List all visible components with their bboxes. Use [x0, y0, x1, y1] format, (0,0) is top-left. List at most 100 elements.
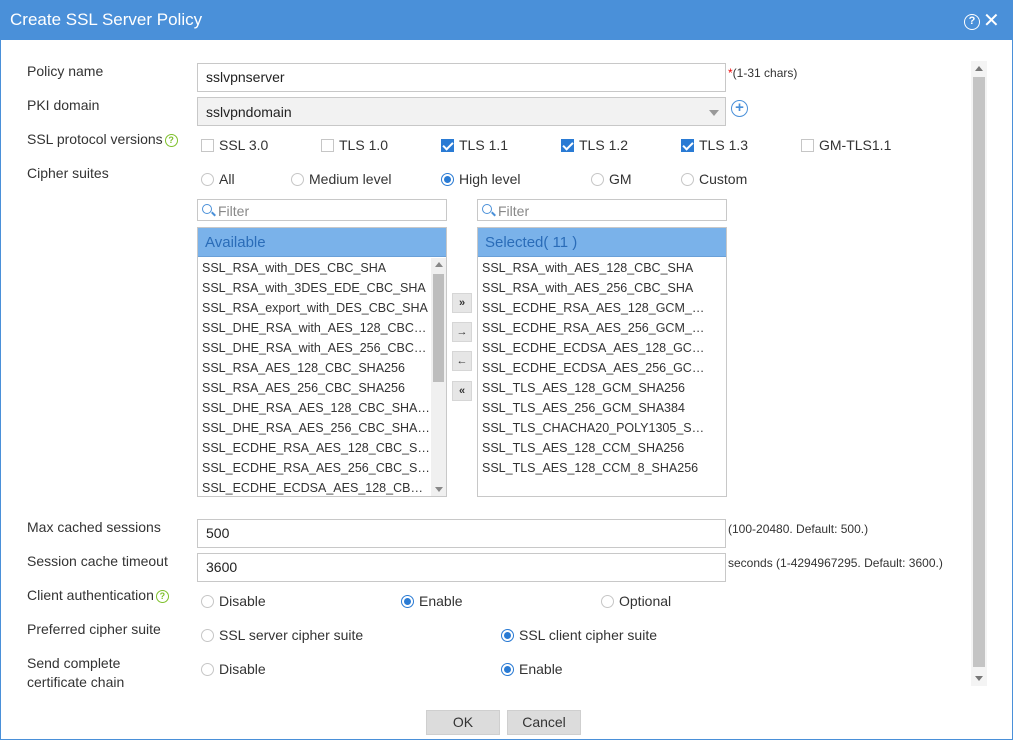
radio-dot[interactable]: [401, 594, 414, 608]
max-cached-sessions-input[interactable]: 500: [197, 519, 726, 548]
radio-dot[interactable]: [681, 172, 694, 186]
policy-name-input[interactable]: sslvpnserver: [197, 63, 726, 92]
scroll-up-icon[interactable]: [975, 66, 983, 71]
policy-name-range: (1-31 chars): [732, 66, 798, 80]
checkbox-tls11[interactable]: TLS 1.1: [441, 137, 508, 153]
radio-dot[interactable]: [591, 172, 604, 186]
list-item[interactable]: SSL_RSA_AES_256_CBC_SHA256: [198, 378, 430, 398]
radio-client-auth-enable[interactable]: Enable: [401, 593, 463, 609]
preferred-cipher-label: Preferred cipher suite: [27, 621, 161, 637]
available-rows: SSL_RSA_with_DES_CBC_SHA SSL_RSA_with_3D…: [198, 258, 430, 496]
radio-client-cipher[interactable]: SSL client cipher suite: [501, 627, 657, 643]
search-icon: [482, 204, 492, 214]
list-item[interactable]: SSL_TLS_AES_128_CCM_SHA256: [478, 438, 710, 458]
scrollbar-thumb[interactable]: [433, 274, 444, 382]
scroll-down-icon[interactable]: [975, 676, 983, 681]
session-cache-timeout-input[interactable]: 3600: [197, 553, 726, 582]
available-list-scrollbar[interactable]: [431, 258, 446, 496]
dialog-title: Create SSL Server Policy: [10, 10, 203, 29]
move-all-right-button[interactable]: »: [452, 293, 472, 313]
list-item[interactable]: SSL_DHE_RSA_with_AES_256_CBC_SHA: [198, 338, 430, 358]
scroll-down-icon[interactable]: [435, 487, 443, 492]
list-item[interactable]: SSL_DHE_RSA_AES_128_CBC_SHA256: [198, 398, 430, 418]
radio-dot[interactable]: [501, 628, 514, 642]
radio-dot[interactable]: [291, 172, 304, 186]
add-pki-domain-icon[interactable]: +: [731, 100, 748, 117]
selected-cipher-list: Selected( 11 ) SSL_RSA_with_AES_128_CBC_…: [477, 227, 727, 497]
radio-cipher-high[interactable]: High level: [441, 171, 520, 187]
list-item[interactable]: SSL_TLS_CHACHA20_POLY1305_SHA256: [478, 418, 710, 438]
list-item[interactable]: SSL_ECDHE_RSA_AES_128_CBC_SHA...: [198, 438, 430, 458]
radio-label: Optional: [619, 593, 672, 609]
checkbox-gm-tls11[interactable]: GM-TLS1.1: [801, 137, 891, 153]
list-item[interactable]: SSL_ECDHE_ECDSA_AES_256_GCM_SHA...: [478, 358, 710, 378]
move-left-button[interactable]: ←: [452, 351, 472, 371]
list-item[interactable]: SSL_RSA_with_DES_CBC_SHA: [198, 258, 430, 278]
scrollbar-thumb[interactable]: [973, 77, 985, 667]
selected-rows: SSL_RSA_with_AES_128_CBC_SHA SSL_RSA_wit…: [478, 258, 710, 478]
radio-label: Custom: [699, 171, 748, 187]
pki-domain-value: sslvpndomain: [206, 104, 292, 120]
list-item[interactable]: SSL_DHE_RSA_with_AES_128_CBC_SHA: [198, 318, 430, 338]
checkbox-label: SSL 3.0: [219, 137, 269, 153]
radio-dot[interactable]: [201, 172, 214, 186]
radio-dot[interactable]: [501, 662, 514, 676]
list-item[interactable]: SSL_DHE_RSA_AES_256_CBC_SHA256: [198, 418, 430, 438]
list-item[interactable]: SSL_TLS_AES_128_GCM_SHA256: [478, 378, 710, 398]
list-item[interactable]: SSL_ECDHE_ECDSA_AES_128_CBC_S...: [198, 478, 430, 496]
checkbox-box[interactable]: [321, 138, 334, 152]
radio-dot[interactable]: [441, 172, 454, 186]
radio-label: Disable: [219, 593, 266, 609]
radio-send-chain-disable[interactable]: Disable: [201, 661, 266, 677]
checkbox-tls10[interactable]: TLS 1.0: [321, 137, 388, 153]
list-item[interactable]: SSL_TLS_AES_128_CCM_8_SHA256: [478, 458, 710, 478]
checkbox-box[interactable]: [441, 138, 454, 152]
radio-dot[interactable]: [601, 594, 614, 608]
radio-dot[interactable]: [201, 594, 214, 608]
question-icon[interactable]: ?: [164, 134, 178, 147]
move-all-left-button[interactable]: «: [452, 381, 472, 401]
pki-domain-select[interactable]: sslvpndomain: [197, 97, 726, 126]
dialog-scrollbar[interactable]: [971, 61, 987, 686]
move-right-button[interactable]: →: [452, 322, 472, 342]
checkbox-box[interactable]: [561, 138, 574, 152]
available-filter-input[interactable]: Filter: [197, 199, 447, 221]
close-icon[interactable]: ✕: [983, 10, 1000, 32]
pki-domain-label: PKI domain: [27, 97, 100, 113]
list-item[interactable]: SSL_ECDHE_ECDSA_AES_128_GCM_SHA...: [478, 338, 710, 358]
list-item[interactable]: SSL_RSA_with_AES_256_CBC_SHA: [478, 278, 710, 298]
list-item[interactable]: SSL_ECDHE_RSA_AES_256_CBC_SHA...: [198, 458, 430, 478]
list-item[interactable]: SSL_RSA_with_AES_128_CBC_SHA: [478, 258, 710, 278]
question-icon[interactable]: ?: [155, 590, 169, 603]
ok-button[interactable]: OK: [426, 710, 500, 735]
list-item[interactable]: SSL_TLS_AES_256_GCM_SHA384: [478, 398, 710, 418]
radio-cipher-medium[interactable]: Medium level: [291, 171, 391, 187]
radio-server-cipher[interactable]: SSL server cipher suite: [201, 627, 363, 643]
list-item[interactable]: SSL_RSA_export_with_DES_CBC_SHA: [198, 298, 430, 318]
radio-cipher-all[interactable]: All: [201, 171, 235, 187]
radio-label: Enable: [519, 661, 563, 677]
list-item[interactable]: SSL_RSA_with_3DES_EDE_CBC_SHA: [198, 278, 430, 298]
checkbox-tls13[interactable]: TLS 1.3: [681, 137, 748, 153]
radio-send-chain-enable[interactable]: Enable: [501, 661, 563, 677]
list-item[interactable]: SSL_RSA_AES_128_CBC_SHA256: [198, 358, 430, 378]
radio-label: All: [219, 171, 235, 187]
radio-dot[interactable]: [201, 662, 214, 676]
checkbox-tls12[interactable]: TLS 1.2: [561, 137, 628, 153]
radio-cipher-custom[interactable]: Custom: [681, 171, 747, 187]
help-icon[interactable]: ?: [964, 14, 980, 30]
cancel-button[interactable]: Cancel: [507, 710, 581, 735]
selected-filter-input[interactable]: Filter: [477, 199, 727, 221]
list-item[interactable]: SSL_ECDHE_RSA_AES_128_GCM_SHA256: [478, 298, 710, 318]
radio-dot[interactable]: [201, 628, 214, 642]
checkbox-box[interactable]: [201, 138, 214, 152]
radio-client-auth-optional[interactable]: Optional: [601, 593, 671, 609]
list-item[interactable]: SSL_ECDHE_RSA_AES_256_GCM_SHA384: [478, 318, 710, 338]
radio-client-auth-disable[interactable]: Disable: [201, 593, 266, 609]
checkbox-ssl30[interactable]: SSL 3.0: [201, 137, 268, 153]
filter-placeholder: Filter: [218, 203, 250, 219]
scroll-up-icon[interactable]: [435, 262, 443, 267]
checkbox-box[interactable]: [681, 138, 694, 152]
checkbox-box[interactable]: [801, 138, 814, 152]
radio-cipher-gm[interactable]: GM: [591, 171, 632, 187]
